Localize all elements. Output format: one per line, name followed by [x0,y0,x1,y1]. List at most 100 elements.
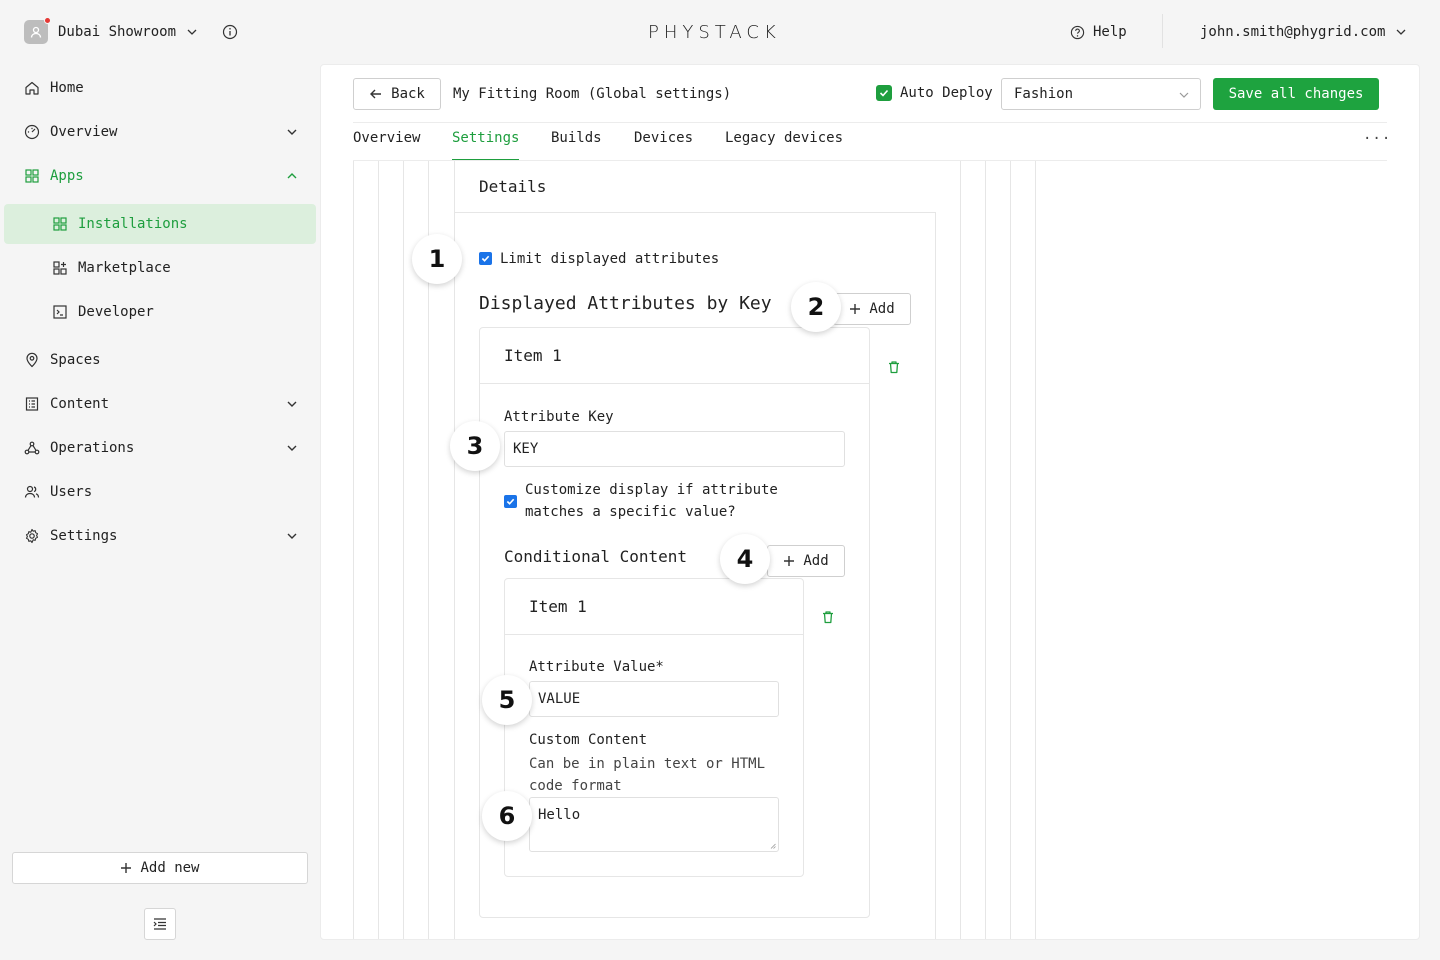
location-pin-icon [26,352,38,368]
add-label: Add [803,553,829,569]
sidebar-item-label: Users [50,484,93,500]
help-icon [1070,25,1085,39]
add-new-button[interactable]: Add new [12,852,308,884]
chevron-down-icon [287,401,297,407]
grid-icon [25,169,39,183]
tab-bar: Overview Settings Builds Devices Legacy … [353,123,1387,161]
sidebar-item-label: Spaces [50,352,101,368]
sidebar-item-users[interactable]: Users [24,472,304,512]
plus-icon [121,863,132,873]
add-conditional-content-button[interactable]: Add [767,545,845,577]
user-menu[interactable]: john.smith@phygrid.com [1200,24,1407,40]
trash-icon[interactable] [887,360,901,374]
sidebar-item-installations[interactable]: Installations [4,204,316,244]
chevron-up-icon [287,173,297,179]
chevron-down-icon [1179,92,1189,98]
conditional-content-title: Conditional Content [504,547,688,566]
limit-attributes-checkbox[interactable]: Limit displayed attributes [479,248,719,270]
list-indent-icon [153,918,166,930]
save-all-changes-button[interactable]: Save all changes [1213,78,1379,110]
sidebar: Home Overview Apps Installations Marketp… [0,64,320,960]
top-bar: Dubai Showroom PHYSTACK Help john.smith@… [0,0,1440,64]
checkbox-checked[interactable] [479,252,492,265]
sidebar-item-marketplace[interactable]: Marketplace [4,248,316,288]
more-options-icon[interactable]: ··· [1363,131,1391,147]
check-icon [879,89,889,97]
customize-display-checkbox[interactable]: Customize display if attribute matches a… [504,479,804,523]
chevron-down-icon [187,29,197,35]
org-name: Dubai Showroom [58,24,177,40]
checkbox-checked[interactable] [504,495,517,508]
sidebar-item-spaces[interactable]: Spaces [24,340,304,380]
back-label: Back [391,86,425,102]
org-switcher[interactable]: Dubai Showroom [24,17,198,44]
custom-content-help: Can be in plain text or HTML code format [529,756,766,794]
sidebar-item-label: Settings [50,528,118,544]
page-title: My Fitting Room (Global settings) [453,86,732,102]
org-avatar [24,17,51,44]
attribute-key-input[interactable]: KEY [504,431,845,467]
item-title: Item 1 [480,328,869,384]
nesting-guide [985,161,986,939]
divider [1162,14,1163,48]
sidebar-item-content[interactable]: Content [24,384,304,424]
callout-1: 1 [412,234,462,284]
resize-handle-icon[interactable] [770,843,776,849]
nesting-guide [1010,161,1011,939]
callout-6: 6 [482,791,532,841]
tab-legacy-devices[interactable]: Legacy devices [725,130,843,161]
sidebar-item-label: Apps [50,168,84,184]
tab-overview[interactable]: Overview [353,130,420,161]
callout-3: 3 [450,421,500,471]
sidebar-item-label: Overview [50,124,118,140]
auto-deploy-label: Auto Deploy [900,85,993,101]
nesting-guide [454,161,455,939]
check-icon [506,498,515,505]
help-label: Help [1093,24,1127,40]
terminal-icon [53,305,67,319]
checkbox-checked[interactable] [876,85,892,101]
chevron-down-icon [287,533,297,539]
add-new-label: Add new [140,860,200,876]
tab-settings[interactable]: Settings [452,130,520,161]
help-button[interactable]: Help [1070,24,1127,40]
collapse-sidebar-button[interactable] [144,908,176,940]
sidebar-item-overview[interactable]: Overview [24,112,304,152]
sidebar-item-home[interactable]: Home [24,68,304,108]
sidebar-item-label: Developer [78,304,154,320]
chevron-down-icon [287,129,297,135]
document-icon [25,397,39,411]
nesting-guide [935,161,936,939]
limit-attributes-label: Limit displayed attributes [500,251,720,267]
add-attribute-button[interactable]: Add [833,293,911,325]
chevron-down-icon [1396,29,1406,35]
auto-deploy-checkbox[interactable]: Auto Deploy [876,85,993,101]
details-section-header: Details [455,161,936,213]
info-icon[interactable] [222,24,238,40]
textarea-value: Hello [538,807,581,823]
trash-icon[interactable] [821,610,835,624]
tab-builds[interactable]: Builds [551,130,602,161]
callout-5: 5 [482,675,532,725]
sidebar-item-operations[interactable]: Operations [24,428,304,468]
customize-display-label: Customize display if attribute matches a… [525,482,778,520]
sidebar-item-apps[interactable]: Apps [24,156,304,196]
sidebar-item-settings[interactable]: Settings [24,516,304,556]
sidebar-item-label: Operations [50,440,135,456]
sidebar-item-developer[interactable]: Developer [4,292,316,332]
callout-2: 2 [791,282,841,332]
attribute-value-input[interactable]: VALUE [529,681,779,717]
callout-4: 4 [720,534,770,584]
environment-select[interactable]: Fashion [1001,78,1201,110]
custom-content-textarea[interactable]: Hello [529,797,779,852]
item-title: Item 1 [505,579,803,635]
sidebar-item-label: Home [50,80,84,96]
back-button[interactable]: Back [353,78,441,110]
add-label: Add [869,301,895,317]
tab-devices[interactable]: Devices [634,130,693,161]
dashboard-icon [24,124,40,140]
select-value: Fashion [1014,86,1074,102]
attribute-key-label: Attribute Key [504,409,614,425]
custom-content-label: Custom Content [529,732,648,748]
nesting-guide [960,161,961,939]
